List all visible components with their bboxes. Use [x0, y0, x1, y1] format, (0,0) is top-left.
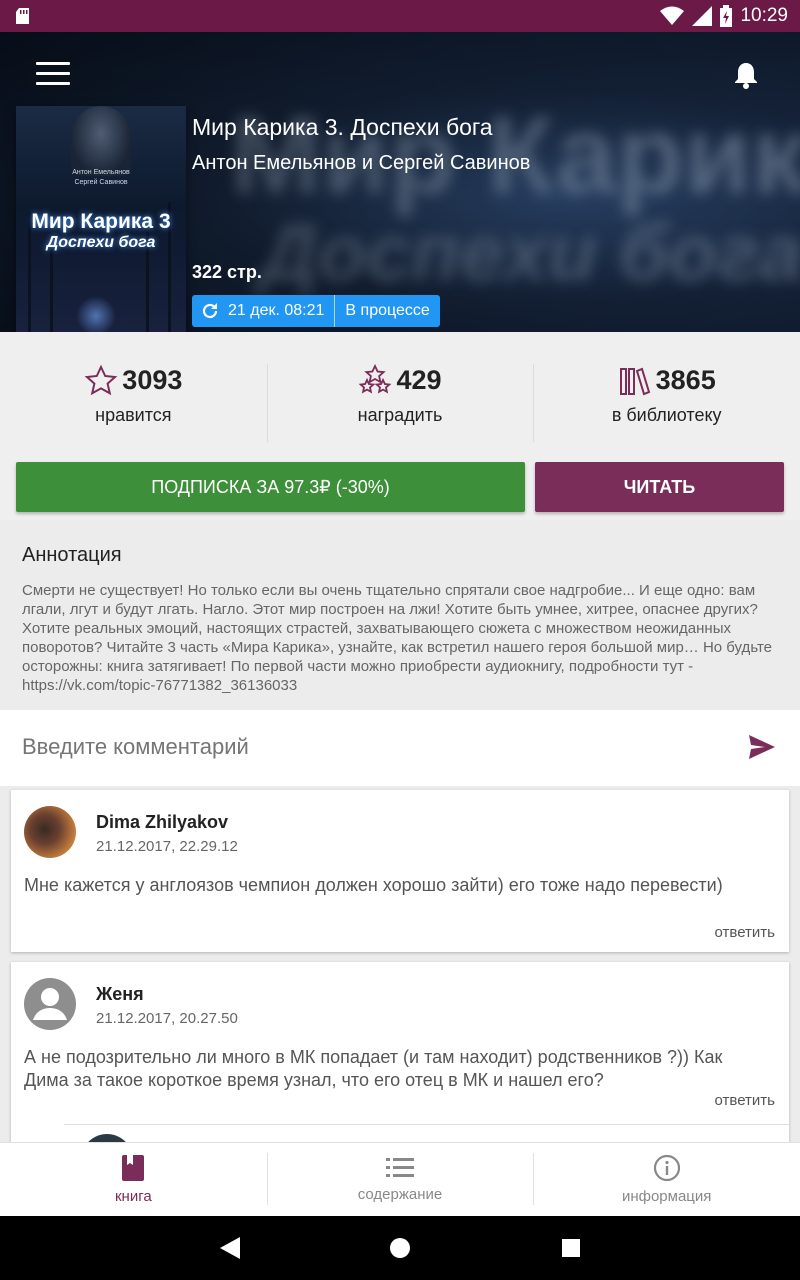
back-icon[interactable]	[220, 1237, 240, 1259]
sd-card-icon	[16, 8, 29, 24]
status-badge: 21 дек. 08:21 В процессе	[192, 295, 440, 327]
book-cover[interactable]: Антон Емельянов Сергей Савинов Мир Карик…	[16, 106, 186, 352]
wifi-icon	[660, 6, 685, 25]
reply-divider	[64, 1124, 789, 1125]
reply-button[interactable]: ответить	[715, 1092, 775, 1109]
book-author[interactable]: Антон Емельянов и Сергей Савинов	[192, 152, 530, 175]
info-icon	[653, 1154, 680, 1182]
signal-icon	[692, 6, 713, 26]
award-stat[interactable]: 429 наградить	[266, 332, 534, 454]
send-icon[interactable]	[747, 733, 777, 761]
home-icon[interactable]	[389, 1237, 411, 1259]
cover-subtitle: Доспехи бога	[46, 234, 156, 251]
cover-title: Мир Карика 3	[31, 210, 171, 233]
comment-text: Мне кажется у англоязов чемпион должен х…	[24, 875, 723, 895]
status-bar: 10:29	[0, 0, 800, 32]
bottom-navigation: книга содержание информация	[0, 1142, 800, 1216]
book-title: Мир Карика 3. Доспехи бога	[192, 114, 493, 140]
comment-time: 21.12.2017, 20.27.50	[96, 1010, 238, 1027]
system-navigation-bar	[0, 1216, 800, 1280]
tab-contents[interactable]: содержание	[266, 1143, 534, 1216]
annotation-heading: Аннотация	[22, 544, 122, 566]
stats-bar: 3093 нравится 429 наградить 3865 в библи…	[0, 332, 800, 454]
list-icon	[386, 1158, 414, 1177]
comment-card: Женя 21.12.2017, 20.27.50 А не подозрите…	[11, 962, 789, 1142]
comment-time: 21.12.2017, 22.29.12	[96, 838, 238, 855]
cover-authors: Антон Емельянов Сергей Савинов	[72, 169, 130, 186]
tab-information[interactable]: информация	[533, 1143, 800, 1216]
award-stars-icon	[359, 363, 392, 394]
refresh-icon	[202, 303, 218, 319]
menu-icon[interactable]	[36, 62, 70, 88]
avatar[interactable]	[24, 978, 76, 1030]
battery-charging-icon	[720, 5, 733, 27]
avatar[interactable]	[24, 806, 76, 858]
status-time: 10:29	[740, 5, 788, 26]
annotation-section: Аннотация Смерти не существует! Но тольк…	[0, 520, 800, 710]
comment-card: Dima Zhilyakov 21.12.2017, 22.29.12 Мне …	[11, 790, 789, 952]
reply-button[interactable]: ответить	[715, 924, 775, 941]
read-button[interactable]: ЧИТАТЬ	[535, 462, 784, 512]
library-icon	[619, 367, 650, 395]
tab-book[interactable]: книга	[0, 1143, 267, 1216]
comments-feed: Dima Zhilyakov 21.12.2017, 22.29.12 Мне …	[0, 786, 800, 1142]
like-stat[interactable]: 3093 нравится	[0, 332, 267, 454]
comment-author[interactable]: Dima Zhilyakov	[96, 812, 228, 833]
default-avatar-icon	[33, 988, 67, 1020]
comment-input-bar	[0, 710, 800, 786]
action-buttons: ПОДПИСКА ЗА 97.3₽ (-30%) ЧИТАТЬ	[0, 454, 800, 520]
comment-input[interactable]	[22, 734, 702, 760]
updated-date: 21 дек. 08:21	[228, 302, 325, 319]
page-count: 322 стр.	[192, 262, 262, 282]
star-outline-icon	[84, 364, 118, 395]
subscribe-button[interactable]: ПОДПИСКА ЗА 97.3₽ (-30%)	[16, 462, 525, 512]
comment-author[interactable]: Женя	[96, 984, 144, 1005]
notification-bell-icon[interactable]	[732, 60, 760, 90]
library-stat[interactable]: 3865 в библиотеку	[533, 332, 800, 454]
recents-icon[interactable]	[561, 1238, 581, 1258]
comment-text: А не подозрительно ли много в МК попадае…	[24, 1047, 723, 1090]
writing-status: В процессе	[345, 302, 430, 319]
annotation-text: Смерти не существует! Но только если вы …	[22, 582, 772, 694]
book-icon	[122, 1155, 145, 1181]
avatar[interactable]	[81, 1134, 133, 1142]
